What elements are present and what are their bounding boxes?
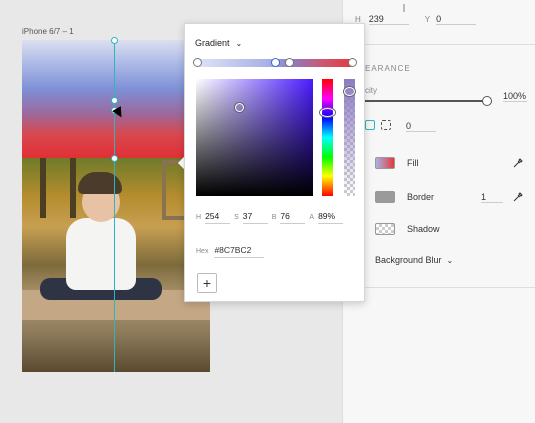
opacity-slider-handle[interactable]	[482, 96, 492, 106]
shadow-label: Shadow	[407, 224, 440, 234]
corner-radius-each-icon[interactable]	[381, 120, 391, 130]
shadow-swatch[interactable]	[375, 223, 395, 235]
fill-swatch[interactable]	[375, 157, 395, 169]
gradient-type-dropdown[interactable]: Gradient ⌄	[195, 38, 242, 48]
gradient-end-handle[interactable]	[111, 155, 118, 162]
fill-label: Fill	[407, 158, 419, 168]
chevron-down-icon[interactable]: ⌄	[447, 256, 454, 265]
chevron-down-icon: ⌄	[235, 38, 243, 48]
opacity-slider-track[interactable]	[365, 100, 487, 102]
hue-field: H 254	[196, 211, 231, 224]
artboard-label[interactable]: iPhone 6/7 – 1	[22, 27, 74, 36]
gradient-stop[interactable]	[348, 58, 357, 67]
property-inspector: H 239 Y 0 EARANCE city 100% 0 Fill Borde…	[342, 0, 535, 423]
background-blur-label[interactable]: Background Blur	[375, 255, 442, 265]
border-label: Border	[407, 192, 435, 202]
brightness-label: B	[271, 214, 277, 221]
alpha-field: A 89%	[309, 211, 344, 224]
alpha-input[interactable]: 89%	[318, 211, 344, 224]
corner-radius-input[interactable]: 0	[406, 121, 436, 132]
child-body	[66, 218, 136, 290]
hue-input[interactable]: 254	[205, 211, 231, 224]
eyedropper-icon[interactable]	[513, 158, 523, 168]
eyedropper-icon[interactable]	[513, 192, 523, 202]
hex-field: Hex #8C7BC2	[196, 245, 265, 258]
hue-slider[interactable]	[322, 79, 333, 196]
saturation-brightness-picker[interactable]	[196, 79, 313, 196]
border-swatch[interactable]	[375, 191, 395, 203]
gradient-stop-handle[interactable]	[111, 97, 118, 104]
divider	[343, 287, 535, 288]
tree-trunk	[70, 158, 76, 218]
brightness-field: B 76	[272, 211, 306, 224]
saturation-input[interactable]: 37	[242, 211, 268, 224]
border-width-input[interactable]: 1	[481, 192, 503, 203]
gradient-type-label: Gradient	[195, 38, 230, 48]
alpha-label: A	[309, 214, 315, 221]
opacity-label: city	[365, 86, 377, 95]
saturation-label: S	[234, 214, 239, 221]
y-label: Y	[424, 15, 431, 24]
gradient-start-handle[interactable]	[111, 37, 118, 44]
opacity-input[interactable]: 100%	[503, 91, 527, 102]
gradient-guide-line[interactable]	[114, 40, 115, 372]
appearance-heading: EARANCE	[365, 64, 411, 73]
gradient-stop[interactable]	[285, 58, 294, 67]
hex-input[interactable]: #8C7BC2	[214, 245, 265, 258]
gradient-stop-selected[interactable]	[271, 58, 280, 67]
saturation-brightness-handle[interactable]	[234, 102, 244, 112]
corner-radius-all-icon[interactable]	[365, 120, 375, 130]
y-input[interactable]: 0	[436, 14, 477, 25]
gradient-stop[interactable]	[193, 58, 202, 67]
alpha-slider[interactable]	[344, 79, 355, 196]
color-picker-popup: Gradient ⌄ H 254 S 37 B 76 A 89% Hex #8C…	[184, 23, 365, 302]
brightness-input[interactable]: 76	[280, 211, 306, 224]
hsba-fields: H 254 S 37 B 76 A 89%	[196, 211, 344, 224]
tree-trunk	[40, 158, 46, 218]
child-cap	[78, 172, 122, 194]
hue-label: H	[196, 214, 202, 221]
hex-label: Hex	[196, 248, 209, 255]
height-input[interactable]: 239	[368, 14, 409, 25]
divider	[343, 44, 535, 45]
add-swatch-button[interactable]: +	[197, 273, 217, 293]
artboard[interactable]	[22, 40, 210, 372]
link-dimensions-icon[interactable]	[403, 4, 405, 12]
saturation-field: S 37	[234, 211, 268, 224]
